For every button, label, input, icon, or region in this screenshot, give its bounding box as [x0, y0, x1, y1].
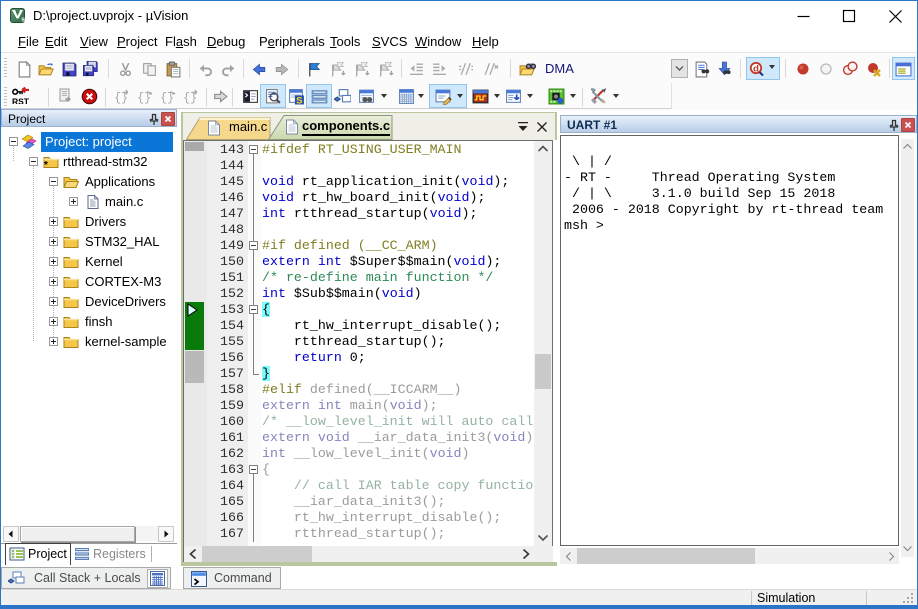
- svg-text:RST: RST: [12, 97, 29, 104]
- svg-text:d: d: [753, 64, 759, 75]
- svg-text:*: *: [44, 160, 48, 170]
- svg-text:S: S: [296, 95, 302, 105]
- svg-text:s: s: [21, 17, 25, 24]
